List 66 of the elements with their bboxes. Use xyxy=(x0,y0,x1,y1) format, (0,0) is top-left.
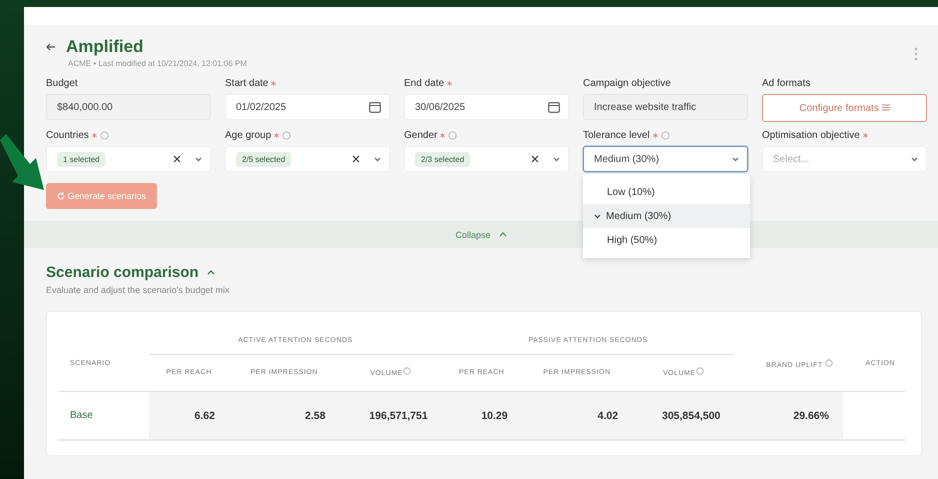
text-field[interactable]: $840,000.00 xyxy=(46,94,211,120)
clear-icon[interactable] xyxy=(352,155,360,163)
chevron-down-icon[interactable] xyxy=(911,156,918,162)
clear-icon[interactable] xyxy=(531,155,539,163)
menu-lines-icon xyxy=(882,104,890,110)
field-label: Budget xyxy=(46,78,78,88)
table-cell: 10.29 xyxy=(442,392,522,440)
dropdown-option[interactable]: Low (10%) xyxy=(583,180,750,204)
page-title: Amplified xyxy=(66,37,144,57)
table-cell: 6.62 xyxy=(149,392,229,440)
required-asterisk-icon xyxy=(92,132,97,138)
field-label: Gender xyxy=(404,130,438,140)
check-icon xyxy=(594,214,601,218)
chevron-up-icon[interactable] xyxy=(206,270,215,275)
last-modified-text: ACME • Last modified at 10/21/2024, 12:01:06 PM xyxy=(68,59,248,68)
field-label: Countries xyxy=(46,130,89,140)
field-label: Tolerance level xyxy=(583,130,650,140)
section-title: Scenario comparison xyxy=(46,264,199,281)
info-icon xyxy=(825,358,833,366)
info-icon xyxy=(282,130,292,140)
multi-select-field[interactable]: 1 selected xyxy=(46,146,211,172)
info-icon xyxy=(696,367,704,375)
refresh-icon xyxy=(57,192,65,200)
multi-select-field[interactable]: 2/3 selected xyxy=(404,146,569,172)
selection-chip: 2/5 selected xyxy=(236,152,292,166)
required-asterisk-icon xyxy=(862,132,868,138)
text-field[interactable]: Increase website traffic xyxy=(583,94,748,120)
back-arrow-icon[interactable] xyxy=(46,42,56,52)
table-cell: 305,854,500 xyxy=(632,392,734,440)
info-icon xyxy=(660,130,670,140)
chevron-down-icon[interactable] xyxy=(732,156,739,162)
date-field[interactable]: 01/02/2025 xyxy=(225,94,390,120)
chevron-down-icon[interactable] xyxy=(195,156,202,162)
clear-icon[interactable] xyxy=(173,155,181,163)
info-icon xyxy=(402,367,411,375)
table-cell: 2.58 xyxy=(228,392,340,440)
field-label: Start date xyxy=(225,78,268,88)
required-asterisk-icon xyxy=(271,80,276,86)
field-label: Optimisation objective xyxy=(762,130,860,140)
required-asterisk-icon xyxy=(652,132,658,138)
field-label: Age group xyxy=(225,130,272,140)
table-cell: 196,571,751 xyxy=(339,392,442,440)
dropdown-option[interactable]: Medium (30%) xyxy=(583,204,750,228)
info-icon xyxy=(100,130,109,140)
arrow-drawing xyxy=(0,134,46,192)
field-label: Ad formats xyxy=(762,78,810,88)
selection-chip: 2/3 selected xyxy=(415,152,470,166)
multi-select-field[interactable]: 2/5 selected xyxy=(225,146,390,172)
selection-chip: 1 selected xyxy=(57,152,106,166)
chevron-up-icon xyxy=(498,232,507,237)
section-subtitle: Evaluate and adjust the scenario's budget mix xyxy=(46,285,230,295)
required-asterisk-icon xyxy=(440,132,446,138)
date-field[interactable]: 30/06/2025 xyxy=(404,94,569,120)
required-asterisk-icon xyxy=(447,80,452,86)
table-cell: 4.02 xyxy=(522,392,632,440)
table-cell: 29.66% xyxy=(734,392,843,440)
calendar-icon[interactable] xyxy=(548,102,560,112)
calendar-icon[interactable] xyxy=(369,102,381,112)
info-icon xyxy=(448,130,458,140)
select-field[interactable]: Medium (30%) xyxy=(583,146,748,172)
required-asterisk-icon xyxy=(274,132,280,138)
scenario-link[interactable]: Base xyxy=(59,392,149,440)
chevron-down-icon[interactable] xyxy=(374,156,381,162)
field-label: Campaign objective xyxy=(583,78,671,88)
field-label: End date xyxy=(404,78,444,88)
chevron-down-icon[interactable] xyxy=(553,156,560,162)
